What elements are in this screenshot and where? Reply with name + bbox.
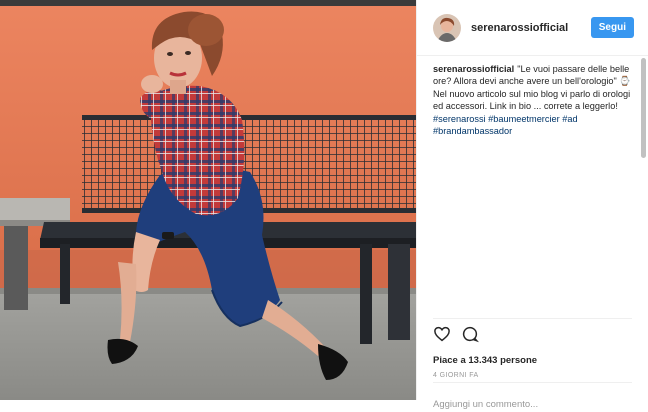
heart-icon[interactable] [433, 325, 451, 348]
caption: serenarossiofficial "Le vuoi passare dell… [433, 63, 634, 137]
follow-button[interactable]: Segui [590, 17, 634, 38]
header-username[interactable]: serenarossiofficial [471, 22, 591, 34]
caption-username[interactable]: serenarossiofficial [433, 64, 514, 74]
hashtag-link[interactable]: #baumeetmercier [488, 114, 560, 124]
scrollbar-thumb[interactable] [641, 58, 646, 158]
instagram-post: serenarossiofficial Segui serenarossioff… [0, 0, 648, 410]
post-time[interactable]: 4 GIORNI FA [433, 372, 632, 379]
comment-icon[interactable] [461, 325, 479, 348]
hashtag-link[interactable]: #ad [562, 114, 577, 124]
post-sidebar: serenarossiofficial Segui serenarossioff… [416, 0, 648, 410]
post-photo[interactable] [0, 0, 416, 400]
post-actions: Piace a 13.343 persone 4 GIORNI FA [433, 318, 632, 379]
comment-input[interactable] [433, 399, 632, 410]
avatar[interactable] [433, 13, 461, 42]
action-icons [433, 325, 632, 348]
hashtag-link[interactable]: #brandambassador [433, 126, 512, 136]
photo-illustration [0, 0, 416, 400]
post-header: serenarossiofficial Segui [417, 0, 648, 56]
comment-box [433, 382, 632, 412]
likes-count[interactable]: Piace a 13.343 persone [433, 355, 632, 366]
caption-scrollbar[interactable] [640, 58, 646, 318]
hashtag-link[interactable]: #serenarossi [433, 114, 486, 124]
